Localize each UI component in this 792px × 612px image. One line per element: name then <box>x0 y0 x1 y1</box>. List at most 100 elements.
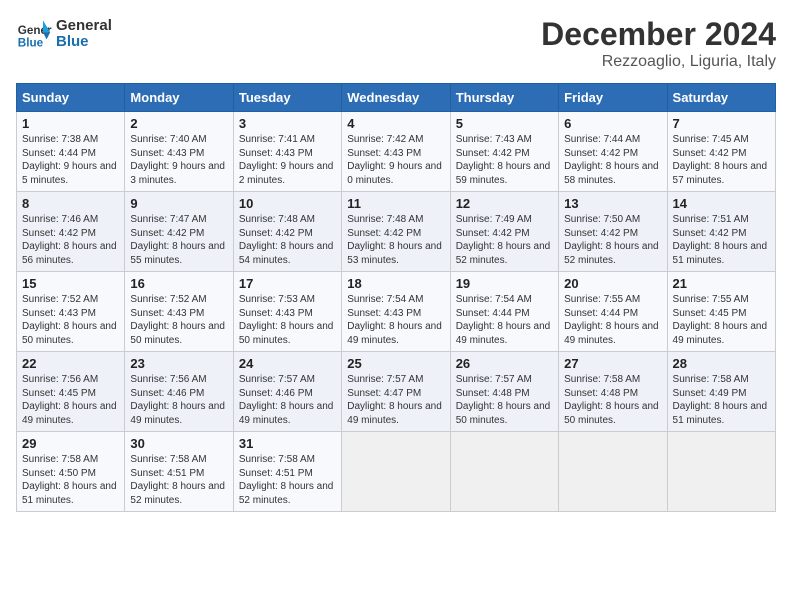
day-cell: 22Sunrise: 7:56 AM Sunset: 4:45 PM Dayli… <box>17 352 125 432</box>
day-number: 18 <box>347 276 444 291</box>
week-row-1: 1 Sunrise: 7:38 AM Sunset: 4:44 PM Daylig… <box>17 112 776 192</box>
day-number: 16 <box>130 276 227 291</box>
location-title: Rezzoaglio, Liguria, Italy <box>541 53 776 71</box>
day-number: 25 <box>347 356 444 371</box>
header-cell-friday: Friday <box>559 84 667 112</box>
day-number: 29 <box>22 436 119 451</box>
day-info: Sunrise: 7:51 AM Sunset: 4:42 PM Dayligh… <box>673 213 770 267</box>
day-cell: 20 Sunrise: 7:55 AM Sunset: 4:44 PM Dayli… <box>559 272 667 352</box>
day-info: Sunrise: 7:44 AM Sunset: 4:42 PM Dayligh… <box>564 133 661 187</box>
day-info: Sunrise: 7:52 AM Sunset: 4:43 PM Dayligh… <box>22 293 119 347</box>
day-cell: 15 Sunrise: 7:52 AM Sunset: 4:43 PM Dayli… <box>17 272 125 352</box>
day-info: Sunrise: 7:56 AM Sunset: 4:45 PM Dayligh… <box>22 373 119 427</box>
day-cell: 2 Sunrise: 7:40 AM Sunset: 4:43 PM Daylig… <box>125 112 233 192</box>
day-number: 30 <box>130 436 227 451</box>
day-info: Sunrise: 7:48 AM Sunset: 4:42 PM Dayligh… <box>347 213 444 267</box>
day-number: 6 <box>564 116 661 131</box>
day-info: Sunrise: 7:58 AM Sunset: 4:49 PM Dayligh… <box>673 373 770 427</box>
logo-general: General <box>56 18 112 35</box>
day-info: Sunrise: 7:43 AM Sunset: 4:42 PM Dayligh… <box>456 133 553 187</box>
day-cell: 8 Sunrise: 7:46 AM Sunset: 4:42 PM Daylig… <box>17 192 125 272</box>
day-info: Sunrise: 7:55 AM Sunset: 4:45 PM Dayligh… <box>673 293 770 347</box>
day-number: 31 <box>239 436 336 451</box>
day-cell <box>450 432 558 512</box>
day-info: Sunrise: 7:58 AM Sunset: 4:48 PM Dayligh… <box>564 373 661 427</box>
day-cell: 19 Sunrise: 7:54 AM Sunset: 4:44 PM Dayli… <box>450 272 558 352</box>
day-cell: 31 Sunrise: 7:58 AM Sunset: 4:51 PM Dayli… <box>233 432 341 512</box>
header-cell-monday: Monday <box>125 84 233 112</box>
day-info: Sunrise: 7:54 AM Sunset: 4:44 PM Dayligh… <box>456 293 553 347</box>
header: General Blue General Blue December 2024 … <box>16 16 776 71</box>
day-info: Sunrise: 7:58 AM Sunset: 4:51 PM Dayligh… <box>130 453 227 507</box>
day-info: Sunrise: 7:54 AM Sunset: 4:43 PM Dayligh… <box>347 293 444 347</box>
day-number: 27 <box>564 356 661 371</box>
day-info: Sunrise: 7:46 AM Sunset: 4:42 PM Dayligh… <box>22 213 119 267</box>
day-number: 15 <box>22 276 119 291</box>
logo-blue: Blue <box>56 34 112 51</box>
day-cell: 12Sunrise: 7:49 AM Sunset: 4:42 PM Dayli… <box>450 192 558 272</box>
day-cell <box>667 432 775 512</box>
week-row-3: 15 Sunrise: 7:52 AM Sunset: 4:43 PM Dayli… <box>17 272 776 352</box>
day-number: 4 <box>347 116 444 131</box>
day-cell <box>559 432 667 512</box>
logo: General Blue General Blue <box>16 16 112 52</box>
day-number: 28 <box>673 356 770 371</box>
day-number: 21 <box>673 276 770 291</box>
day-cell: 4Sunrise: 7:42 AM Sunset: 4:43 PM Daylig… <box>342 112 450 192</box>
day-cell: 27 Sunrise: 7:58 AM Sunset: 4:48 PM Dayli… <box>559 352 667 432</box>
day-number: 9 <box>130 196 227 211</box>
day-info: Sunrise: 7:45 AM Sunset: 4:42 PM Dayligh… <box>673 133 770 187</box>
week-row-4: 22Sunrise: 7:56 AM Sunset: 4:45 PM Dayli… <box>17 352 776 432</box>
day-cell: 16Sunrise: 7:52 AM Sunset: 4:43 PM Dayli… <box>125 272 233 352</box>
day-info: Sunrise: 7:40 AM Sunset: 4:43 PM Dayligh… <box>130 133 227 187</box>
calendar-table: SundayMondayTuesdayWednesdayThursdayFrid… <box>16 83 776 512</box>
day-cell: 26Sunrise: 7:57 AM Sunset: 4:48 PM Dayli… <box>450 352 558 432</box>
day-info: Sunrise: 7:48 AM Sunset: 4:42 PM Dayligh… <box>239 213 336 267</box>
day-cell: 21 Sunrise: 7:55 AM Sunset: 4:45 PM Dayli… <box>667 272 775 352</box>
day-number: 2 <box>130 116 227 131</box>
day-cell: 11 Sunrise: 7:48 AM Sunset: 4:42 PM Dayli… <box>342 192 450 272</box>
day-cell: 25Sunrise: 7:57 AM Sunset: 4:47 PM Dayli… <box>342 352 450 432</box>
day-cell: 14 Sunrise: 7:51 AM Sunset: 4:42 PM Dayli… <box>667 192 775 272</box>
day-number: 10 <box>239 196 336 211</box>
day-number: 11 <box>347 196 444 211</box>
calendar-body: 1 Sunrise: 7:38 AM Sunset: 4:44 PM Daylig… <box>17 112 776 512</box>
header-cell-wednesday: Wednesday <box>342 84 450 112</box>
day-number: 17 <box>239 276 336 291</box>
header-cell-tuesday: Tuesday <box>233 84 341 112</box>
day-info: Sunrise: 7:50 AM Sunset: 4:42 PM Dayligh… <box>564 213 661 267</box>
day-number: 1 <box>22 116 119 131</box>
day-cell: 1 Sunrise: 7:38 AM Sunset: 4:44 PM Daylig… <box>17 112 125 192</box>
day-cell: 28 Sunrise: 7:58 AM Sunset: 4:49 PM Dayli… <box>667 352 775 432</box>
day-cell: 7 Sunrise: 7:45 AM Sunset: 4:42 PM Daylig… <box>667 112 775 192</box>
week-row-2: 8 Sunrise: 7:46 AM Sunset: 4:42 PM Daylig… <box>17 192 776 272</box>
day-info: Sunrise: 7:38 AM Sunset: 4:44 PM Dayligh… <box>22 133 119 187</box>
day-cell <box>342 432 450 512</box>
header-cell-sunday: Sunday <box>17 84 125 112</box>
day-info: Sunrise: 7:55 AM Sunset: 4:44 PM Dayligh… <box>564 293 661 347</box>
day-number: 14 <box>673 196 770 211</box>
day-number: 19 <box>456 276 553 291</box>
day-cell: 6 Sunrise: 7:44 AM Sunset: 4:42 PM Daylig… <box>559 112 667 192</box>
day-info: Sunrise: 7:58 AM Sunset: 4:50 PM Dayligh… <box>22 453 119 507</box>
day-info: Sunrise: 7:53 AM Sunset: 4:43 PM Dayligh… <box>239 293 336 347</box>
day-cell: 24Sunrise: 7:57 AM Sunset: 4:46 PM Dayli… <box>233 352 341 432</box>
day-number: 12 <box>456 196 553 211</box>
day-cell: 30 Sunrise: 7:58 AM Sunset: 4:51 PM Dayli… <box>125 432 233 512</box>
header-cell-saturday: Saturday <box>667 84 775 112</box>
header-cell-thursday: Thursday <box>450 84 558 112</box>
day-cell: 23Sunrise: 7:56 AM Sunset: 4:46 PM Dayli… <box>125 352 233 432</box>
svg-text:Blue: Blue <box>18 37 44 50</box>
day-number: 3 <box>239 116 336 131</box>
day-cell: 13 Sunrise: 7:50 AM Sunset: 4:42 PM Dayli… <box>559 192 667 272</box>
day-cell: 17 Sunrise: 7:53 AM Sunset: 4:43 PM Dayli… <box>233 272 341 352</box>
day-number: 5 <box>456 116 553 131</box>
day-info: Sunrise: 7:47 AM Sunset: 4:42 PM Dayligh… <box>130 213 227 267</box>
day-info: Sunrise: 7:58 AM Sunset: 4:51 PM Dayligh… <box>239 453 336 507</box>
title-area: December 2024 Rezzoaglio, Liguria, Italy <box>541 16 776 71</box>
day-cell: 9 Sunrise: 7:47 AM Sunset: 4:42 PM Daylig… <box>125 192 233 272</box>
day-number: 13 <box>564 196 661 211</box>
day-number: 7 <box>673 116 770 131</box>
day-number: 20 <box>564 276 661 291</box>
day-number: 8 <box>22 196 119 211</box>
